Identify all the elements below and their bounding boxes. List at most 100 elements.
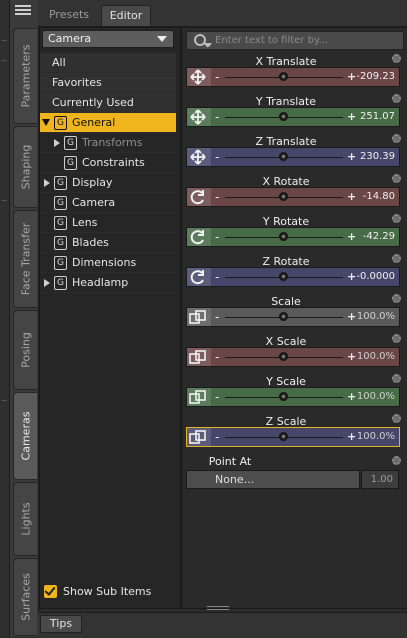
tree-item-transforms[interactable]: G Transforms xyxy=(40,133,176,153)
slider-knob[interactable] xyxy=(279,152,288,161)
property-value[interactable]: 100.0% xyxy=(357,351,395,362)
decrement-button[interactable]: - xyxy=(215,110,219,124)
slider-knob[interactable] xyxy=(279,232,288,241)
slider-bar[interactable]: - + -42.29 xyxy=(186,227,400,247)
slider-bar[interactable]: - +100.0% xyxy=(186,427,400,447)
increment-button[interactable]: + xyxy=(347,430,356,443)
slider-bar[interactable]: - +251.07 xyxy=(186,107,400,127)
tree-item-all[interactable]: All xyxy=(40,53,176,73)
decrement-button[interactable]: - xyxy=(215,70,219,84)
gear-icon[interactable] xyxy=(392,334,401,343)
slider-knob[interactable] xyxy=(279,112,288,121)
decrement-button[interactable]: - xyxy=(215,310,219,324)
property-value[interactable]: -0.0000 xyxy=(356,271,395,282)
scale-icon[interactable] xyxy=(187,388,211,406)
tree-item-blades[interactable]: G Blades xyxy=(40,233,176,253)
move-icon[interactable] xyxy=(187,68,211,86)
slider-bar[interactable]: - + -0.0000 xyxy=(186,267,400,287)
increment-button[interactable]: + xyxy=(347,270,356,283)
chevron-down-icon[interactable] xyxy=(206,43,212,47)
property-value[interactable]: -42.29 xyxy=(363,231,395,242)
decrement-button[interactable]: - xyxy=(215,350,219,364)
tab-presets[interactable]: Presets xyxy=(44,5,94,26)
gear-icon[interactable] xyxy=(392,54,401,63)
slider-bar[interactable]: - +230.39 xyxy=(186,147,400,167)
tab-parameters[interactable]: Parameters xyxy=(13,28,37,124)
decrement-button[interactable]: - xyxy=(215,150,219,164)
camera-select[interactable]: Camera xyxy=(42,30,174,48)
tab-shaping[interactable]: Shaping xyxy=(13,126,37,208)
property-value[interactable]: 100.0% xyxy=(357,391,395,402)
scale-icon[interactable] xyxy=(187,428,211,446)
rotate-icon[interactable] xyxy=(187,188,211,206)
rotate-icon[interactable] xyxy=(187,268,211,286)
tree-item-currently-used[interactable]: Currently Used xyxy=(40,93,176,113)
property-value[interactable]: -209.23 xyxy=(356,71,395,82)
tree-item-camera[interactable]: G Camera xyxy=(40,193,176,213)
decrement-button[interactable]: - xyxy=(215,390,219,404)
menu-icon[interactable] xyxy=(12,3,34,19)
tab-face-transfer[interactable]: Face Transfer xyxy=(13,210,37,308)
slider-knob[interactable] xyxy=(279,192,288,201)
tab-surfaces[interactable]: Surfaces xyxy=(13,558,37,636)
point-at-selector[interactable]: None... xyxy=(186,470,360,489)
decrement-button[interactable]: - xyxy=(215,430,219,444)
gear-icon[interactable] xyxy=(392,254,401,263)
property-value[interactable]: 251.07 xyxy=(360,111,395,122)
expand-arrow-icon[interactable] xyxy=(44,279,50,287)
slider-bar[interactable]: - + -14.80 xyxy=(186,187,400,207)
tree-item-dimensions[interactable]: G Dimensions xyxy=(40,253,176,273)
property-value[interactable]: -14.80 xyxy=(363,191,395,202)
gear-icon[interactable] xyxy=(392,294,401,303)
scale-icon[interactable] xyxy=(187,348,211,366)
increment-button[interactable]: + xyxy=(347,350,356,363)
tree-item-lens[interactable]: G Lens xyxy=(40,213,176,233)
slider-bar[interactable]: - + -209.23 xyxy=(186,67,400,87)
filter-input[interactable]: Enter text to filter by... xyxy=(186,31,404,50)
move-icon[interactable] xyxy=(187,108,211,126)
move-icon[interactable] xyxy=(187,148,211,166)
slider-knob[interactable] xyxy=(279,272,288,281)
property-value[interactable]: 230.39 xyxy=(360,151,395,162)
increment-button[interactable]: + xyxy=(347,230,356,243)
tree-item-headlamp[interactable]: G Headlamp xyxy=(40,273,176,293)
increment-button[interactable]: + xyxy=(347,70,356,83)
increment-button[interactable]: + xyxy=(347,190,356,203)
tab-editor[interactable]: Editor xyxy=(101,5,151,26)
slider-bar[interactable]: - +100.0% xyxy=(186,347,400,367)
increment-button[interactable]: + xyxy=(347,110,356,123)
slider-knob[interactable] xyxy=(279,432,288,441)
gear-icon[interactable] xyxy=(392,94,401,103)
gear-icon[interactable] xyxy=(392,134,401,143)
increment-button[interactable]: + xyxy=(347,310,356,323)
slider-bar[interactable]: - +100.0% xyxy=(186,387,400,407)
slider-bar[interactable]: - +100.0% xyxy=(186,307,400,327)
scale-icon[interactable] xyxy=(187,308,211,326)
increment-button[interactable]: + xyxy=(347,390,356,403)
slider-knob[interactable] xyxy=(279,392,288,401)
gear-icon[interactable] xyxy=(392,456,401,465)
rotate-icon[interactable] xyxy=(187,228,211,246)
expand-arrow-icon[interactable] xyxy=(44,179,50,187)
gear-icon[interactable] xyxy=(392,374,401,383)
tree-item-constraints[interactable]: G Constraints xyxy=(40,153,176,173)
slider-knob[interactable] xyxy=(279,312,288,321)
slider-knob[interactable] xyxy=(279,352,288,361)
decrement-button[interactable]: - xyxy=(215,230,219,244)
gear-icon[interactable] xyxy=(392,414,401,423)
tab-cameras[interactable]: Cameras xyxy=(13,392,37,480)
tree-item-general[interactable]: G General xyxy=(40,113,176,133)
expand-arrow-icon[interactable] xyxy=(42,119,50,126)
slider-knob[interactable] xyxy=(279,72,288,81)
gear-icon[interactable] xyxy=(392,214,401,223)
decrement-button[interactable]: - xyxy=(215,190,219,204)
expand-arrow-icon[interactable] xyxy=(54,139,60,147)
tab-lights[interactable]: Lights xyxy=(13,482,37,556)
increment-button[interactable]: + xyxy=(347,150,356,163)
search-icon[interactable] xyxy=(194,34,206,46)
point-at-number-field[interactable]: 1.00 xyxy=(361,470,399,489)
tab-posing[interactable]: Posing xyxy=(13,310,37,390)
tips-button[interactable]: Tips xyxy=(40,615,82,633)
property-value[interactable]: 100.0% xyxy=(357,431,395,442)
tree-item-display[interactable]: G Display xyxy=(40,173,176,193)
